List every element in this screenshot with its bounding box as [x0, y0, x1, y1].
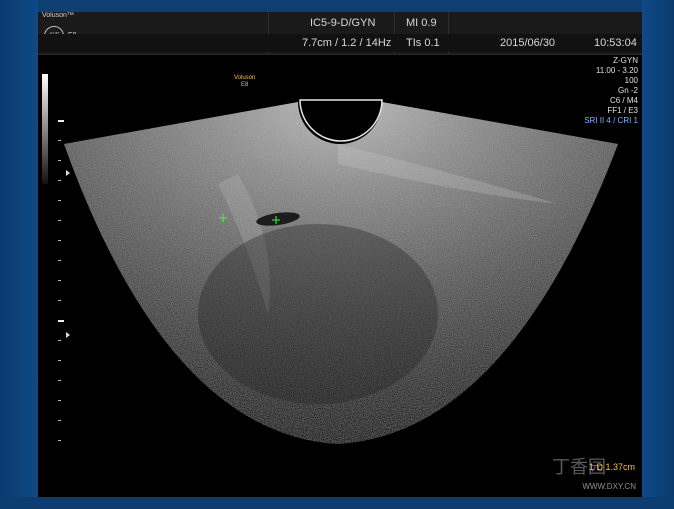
depth-tick: [58, 220, 61, 221]
depth-tick: [58, 280, 61, 281]
depth-tick: [58, 180, 61, 181]
depth-tick: [58, 140, 61, 141]
right-frame: [642, 0, 674, 509]
sector-scan: [64, 99, 618, 444]
depth-tick: [58, 360, 61, 361]
tis-value: TIs 0.1: [406, 37, 440, 49]
focus-marker-icon: [66, 332, 70, 338]
time-value: 10:53:04: [594, 37, 637, 49]
parameter-panel: Z-GYN 11.00 - 3.20 100 Gn -2 C6 / M4 FF1…: [584, 56, 638, 126]
depth-tick: [58, 420, 61, 421]
header-row-bottom: 7.7cm / 1.2 / 14Hz TIs 0.1 2015/06/30 10…: [38, 34, 642, 52]
depth-tick: [58, 120, 64, 122]
depth-tick: [58, 380, 61, 381]
depth-tick: [58, 160, 61, 161]
probe-label-line: E8: [241, 82, 249, 88]
param-line: Gn -2: [617, 86, 638, 95]
depth-scale: [56, 120, 66, 450]
mi-value: MI 0.9: [406, 17, 437, 29]
hypoechoic-region: [198, 224, 438, 404]
depth-tick: [58, 300, 61, 301]
left-frame: [0, 0, 38, 509]
info-header: Voluson™ GE E8 IC5-9-D/GYN MI 0.9 7.7cm …: [38, 12, 642, 55]
depth-tick: [58, 200, 61, 201]
bottom-frame: [0, 497, 674, 509]
probe-label: IC5-9-D/GYN: [310, 17, 376, 29]
depth-tick: [58, 340, 61, 341]
depth-tick: [58, 320, 64, 322]
probe-orientation-label: Voluson E8: [234, 75, 255, 89]
focus-marker-icon: [66, 170, 70, 176]
header-row-top: IC5-9-D/GYN MI 0.9: [38, 14, 642, 34]
param-line: Z-GYN: [613, 56, 638, 65]
depth-tick: [58, 260, 61, 261]
param-line: 11.00 - 3.20: [595, 66, 638, 75]
grayscale-bar: [42, 74, 48, 184]
watermark-text: WWW.DXY.CN: [582, 482, 636, 491]
param-line: SRI II 4 / CRI 1: [584, 116, 638, 125]
watermark-logo: 丁香园: [552, 457, 606, 478]
param-line: C6 / M4: [609, 96, 638, 105]
depth-tick: [58, 440, 61, 441]
ultrasound-screen: Voluson™ GE E8 IC5-9-D/GYN MI 0.9 7.7cm …: [38, 12, 642, 497]
probe-label-line: Voluson: [234, 75, 256, 81]
param-line: FF1 / E3: [607, 106, 638, 115]
param-line: 100: [624, 76, 638, 85]
depth-tick: [58, 400, 61, 401]
depth-tick: [58, 240, 61, 241]
settings-value: 7.7cm / 1.2 / 14Hz: [302, 37, 392, 49]
ultrasound-image: [38, 54, 642, 497]
date-value: 2015/06/30: [500, 37, 556, 49]
